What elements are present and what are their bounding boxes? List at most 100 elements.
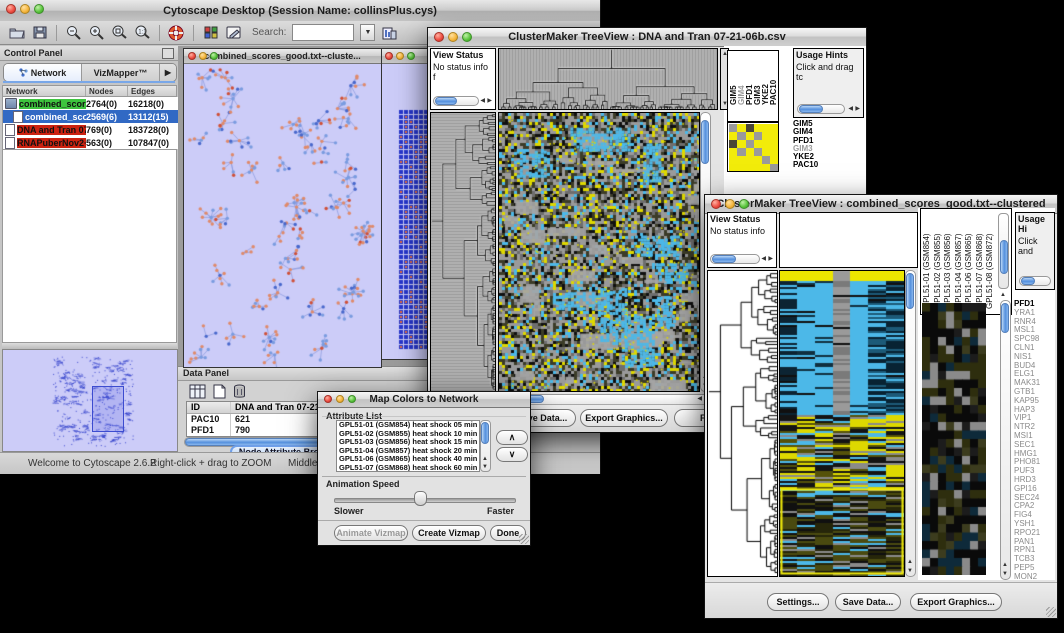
minimize-button[interactable] [396,52,404,60]
network-tree-row[interactable]: DNA and Tran 07769(0)183728(0) [3,123,178,136]
id-column-header[interactable]: ID [187,402,231,413]
resize-grip[interactable] [1046,607,1056,617]
close-button[interactable] [434,32,444,42]
scroll-right-arrow[interactable]: ▶ [487,98,492,104]
tv2-labels-vscrollbar[interactable] [998,213,1009,289]
dialog-title-bar[interactable]: Map Colors to Network [318,392,530,408]
network-tree-row[interactable]: RNAPuberNov2+563(0)107847(0) [3,136,178,149]
network-graph-canvas[interactable] [184,64,379,367]
attribute-browser-icon[interactable] [381,24,398,41]
save-icon[interactable] [31,24,48,41]
new-attribute-icon[interactable] [210,383,228,399]
close-button[interactable] [385,52,393,60]
zoom-button[interactable] [348,395,356,403]
scroll-up-arrow[interactable]: ▲ [1002,562,1008,568]
tv2-column-label[interactable]: GPL51-01 (GSM854) [923,211,934,309]
attribute-list-vscrollbar[interactable]: ▲ ▼ [480,420,492,472]
scroll-down-arrow[interactable]: ▼ [907,568,913,574]
tv1-heatmap[interactable] [499,113,699,391]
export-graphics-button[interactable]: Export Graphics... [580,409,668,427]
zoom-fit-icon[interactable]: 1:1 [134,24,151,41]
minimize-button[interactable] [336,395,344,403]
tv1-row-label[interactable]: PAC10 [793,161,837,169]
export-graphics-button[interactable]: Export Graphics... [910,593,1002,611]
search-input[interactable] [292,24,354,41]
float-panel-icon[interactable] [162,48,174,59]
tv2-sub-heatmap[interactable] [922,303,986,575]
tv2-vscrollbar[interactable]: ▲ ▼ [905,270,917,577]
tv2-row-dendrogram[interactable] [708,271,777,576]
network-graph-canvas-2[interactable] [381,64,431,359]
scroll-left-arrow[interactable]: ◀ [480,98,485,104]
birdseye-view[interactable] [2,349,178,452]
scroll-up-arrow[interactable]: ▲ [1000,292,1006,298]
attribute-select-icon[interactable] [188,383,206,399]
attribute-list-item[interactable]: GPL51-07 (GSM868) heat shock 60 min [337,464,479,472]
birdseye-viewport-rect[interactable] [92,386,124,432]
close-button[interactable] [6,4,16,14]
speed-slider-thumb[interactable] [414,491,427,506]
network-frame2-title-bar[interactable] [381,49,433,64]
tv1-usage-hscrollbar[interactable] [797,104,845,114]
main-title-bar[interactable]: Cytoscape Desktop (Session Name: collins… [0,0,600,22]
minimize-button[interactable] [725,199,735,209]
tv1-status-hscrollbar[interactable] [433,96,479,106]
create-vizmap-button[interactable]: Create Vizmap [412,525,486,541]
scroll-left-arrow[interactable]: ◀ [697,396,702,402]
close-button[interactable] [188,52,196,60]
tv1-column-dendrogram[interactable] [499,49,717,109]
scroll-right-arrow[interactable]: ▶ [855,106,860,112]
tv2-column-label[interactable]: GPL51-03 (GSM856) [944,211,955,309]
help-icon[interactable] [168,24,185,41]
network-tree-row[interactable]: combined_sco2569(6)13112(15) [3,110,178,123]
scroll-down-arrow[interactable]: ▼ [1002,571,1008,577]
move-up-button[interactable]: ∧ [496,430,528,445]
settings-button[interactable]: Settings... [767,593,829,611]
close-button[interactable] [711,199,721,209]
tv2-usage-hscrollbar[interactable] [1019,276,1051,286]
col-nodes[interactable]: Nodes [86,86,128,96]
tab-vizmapper[interactable]: VizMapper™ [82,64,160,81]
open-icon[interactable] [8,24,25,41]
tab-network[interactable]: Network [4,64,82,81]
close-button[interactable] [324,395,332,403]
scroll-left-arrow[interactable]: ◀ [848,106,853,112]
gene-label[interactable]: MON2 [1014,573,1055,582]
zoom-button[interactable] [34,4,44,14]
tv1-title-bar[interactable]: ClusterMaker TreeView : DNA and Tran 07-… [428,28,866,47]
tv1-mini-heatmap[interactable] [728,123,778,172]
zoom-button[interactable] [739,199,749,209]
col-network[interactable]: Network [3,86,86,96]
move-down-button[interactable]: ∨ [496,447,528,462]
scroll-down-arrow[interactable]: ▼ [482,464,488,470]
snapshot-icon[interactable] [202,24,219,41]
scroll-left-arrow[interactable]: ◀ [761,256,766,262]
network-frame-title-bar[interactable]: combined_scores_good.txt--cluste... [184,49,381,64]
tv2-sub-vscrollbar[interactable]: ▲ ▼ [1000,300,1012,580]
network-tree-row[interactable]: combined_scores2764(0)16218(0) [3,97,178,110]
zoom-selected-icon[interactable] [111,24,128,41]
scroll-up-arrow[interactable]: ▲ [482,456,488,462]
tv2-heatmap[interactable] [780,271,904,576]
save-data-button[interactable]: Save Data... [835,593,901,611]
zoom-in-icon[interactable] [88,24,105,41]
minimize-button[interactable] [448,32,458,42]
attribute-list[interactable]: GPL51-01 (GSM854) heat shock 05 minGPL51… [336,420,480,472]
resize-grip[interactable] [519,534,529,544]
minimize-button[interactable] [20,4,30,14]
tv2-status-hscrollbar[interactable] [710,254,760,264]
search-dropdown-arrow[interactable]: ▼ [360,24,375,41]
annotation-icon[interactable] [225,24,242,41]
delete-attribute-icon[interactable] [230,383,248,399]
minimize-button[interactable] [199,52,207,60]
scroll-up-arrow[interactable]: ▲ [907,559,913,565]
tv1-row-dendrogram[interactable] [431,113,495,391]
scroll-right-arrow[interactable]: ▶ [768,256,773,262]
zoom-button[interactable] [407,52,415,60]
zoom-button[interactable] [210,52,218,60]
tv2-column-label[interactable]: GPL51-08 (GSM872) [986,211,997,309]
col-edges[interactable]: Edges [128,86,176,96]
tab-overflow-arrow[interactable]: ▶ [160,64,176,81]
animate-vizmap-button[interactable]: Animate Vizmap [334,525,408,541]
zoom-out-icon[interactable] [65,24,82,41]
